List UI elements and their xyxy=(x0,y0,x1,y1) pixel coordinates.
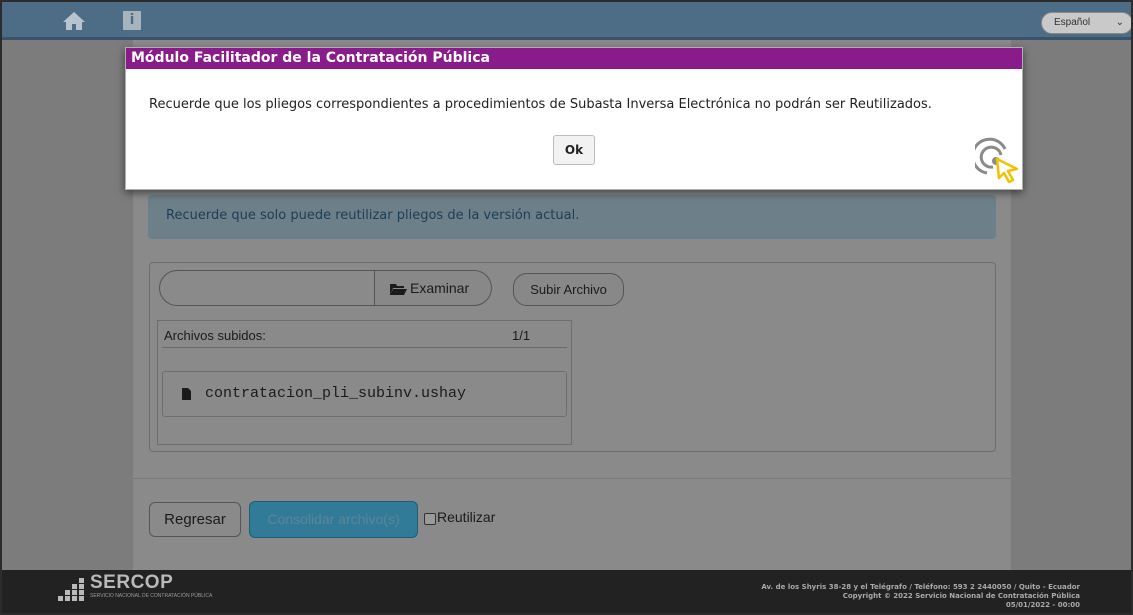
ok-button[interactable]: Ok xyxy=(553,135,595,165)
divider xyxy=(162,347,567,348)
consolidate-button[interactable]: Consolidar archivo(s) xyxy=(249,501,418,538)
browse-button-label: Examinar xyxy=(410,280,470,296)
footer-date: 05/01/2022 - 00:00 xyxy=(1005,601,1080,609)
reuse-checkbox[interactable] xyxy=(424,513,436,525)
browse-button[interactable]: Examinar xyxy=(374,270,492,306)
uploaded-files-count: 1/1 xyxy=(512,328,531,343)
folder-open-icon xyxy=(390,284,407,295)
info-alert-text: Recuerde que solo puede reutilizar plieg… xyxy=(166,208,580,223)
alert-dialog: Módulo Facilitador de la Contratación Pú… xyxy=(125,47,1023,190)
logo-subtitle: SERVICIO NACIONAL DE CONTRATACIÓN PÚBLIC… xyxy=(90,593,213,599)
footer-copyright: Copyright © 2022 Servicio Nacional de Co… xyxy=(842,592,1080,600)
info-icon[interactable]: i xyxy=(123,11,141,30)
divider xyxy=(133,478,1011,479)
click-cursor-icon xyxy=(975,137,1019,183)
sercop-logo xyxy=(58,578,84,601)
home-icon[interactable] xyxy=(62,11,86,31)
file-path-input[interactable] xyxy=(159,270,375,306)
reuse-checkbox-label[interactable]: Reutilizar xyxy=(437,509,495,525)
uploaded-files-header: Archivos subidos: xyxy=(164,328,266,343)
app-frame: i Español ⌄ Recuerde que solo puede reut… xyxy=(0,0,1133,615)
footer-text: Av. de los Shyris 38-28 y el Telégrafo /… xyxy=(761,583,1080,610)
language-select[interactable]: Español ⌄ xyxy=(1041,12,1131,34)
chevron-down-icon: ⌄ xyxy=(1115,17,1124,28)
language-select-value: Español xyxy=(1054,17,1091,28)
file-name: contratacion_pli_subinv.ushay xyxy=(205,385,467,402)
back-button[interactable]: Regresar xyxy=(149,502,241,537)
footer-address: Av. de los Shyris 38-28 y el Telégrafo /… xyxy=(761,583,1080,591)
top-navbar: i Español ⌄ xyxy=(2,2,1131,40)
logo-text: SERCOP xyxy=(90,572,174,593)
upload-file-button[interactable]: Subir Archivo xyxy=(513,273,624,306)
dialog-message: Recuerde que los pliegos correspondiente… xyxy=(149,97,932,112)
file-icon xyxy=(182,388,191,400)
dialog-title: Módulo Facilitador de la Contratación Pú… xyxy=(126,48,1022,69)
info-alert: Recuerde que solo puede reutilizar plieg… xyxy=(148,195,996,239)
